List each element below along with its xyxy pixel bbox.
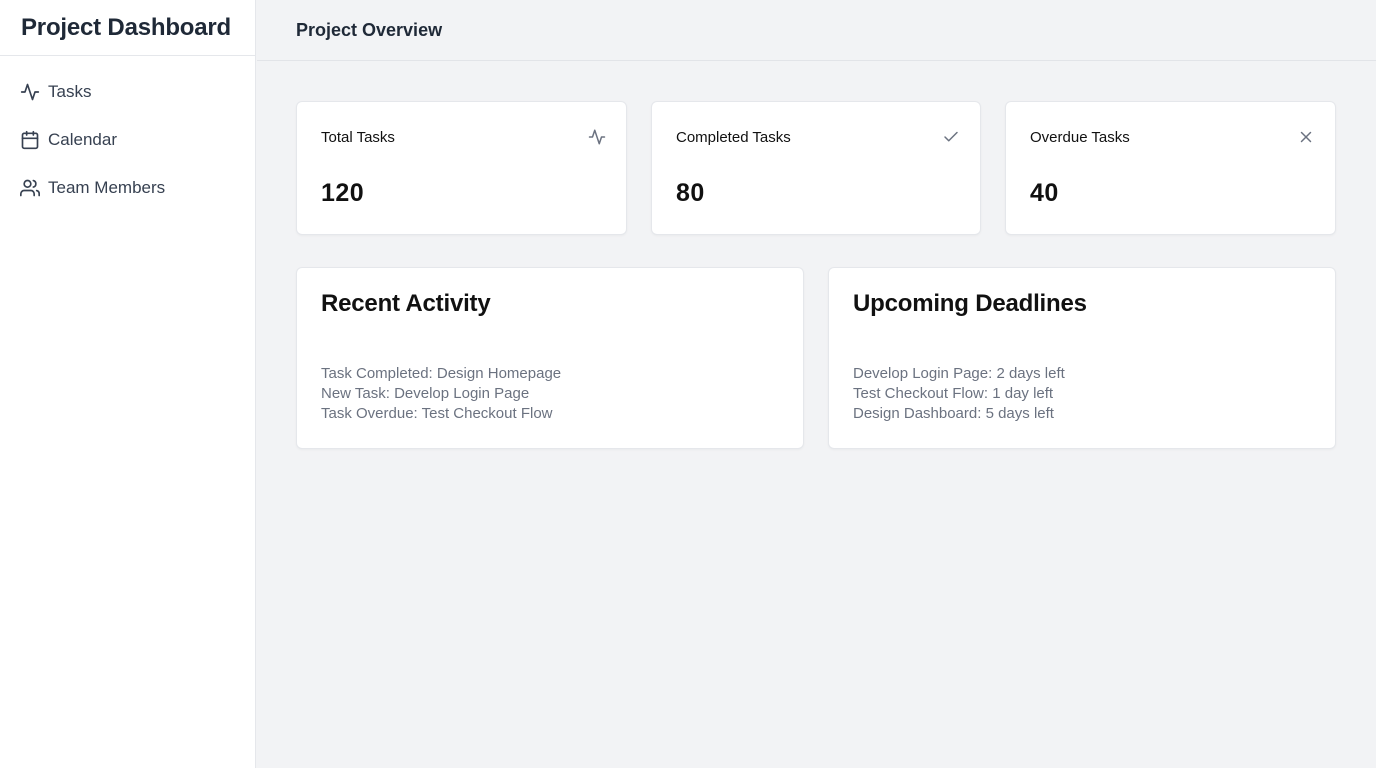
stat-label: Completed Tasks (676, 128, 791, 146)
x-icon (1297, 128, 1315, 146)
sidebar-item-calendar[interactable]: Calendar (0, 116, 255, 164)
panel-title: Recent Activity (321, 290, 491, 317)
sidebar-item-tasks[interactable]: Tasks (0, 68, 255, 116)
calendar-icon (20, 130, 40, 150)
stat-value: 40 (1030, 179, 1059, 207)
page-title: Project Overview (296, 19, 443, 40)
sidebar: Project Dashboard Tasks Calendar Team Me… (0, 0, 256, 768)
list-item: New Task: Develop Login Page (321, 385, 530, 402)
stat-value: 120 (321, 179, 365, 207)
panel-title: Upcoming Deadlines (853, 290, 1087, 317)
check-icon (942, 128, 960, 146)
list-item: Task Overdue: Test Checkout Flow (321, 405, 553, 422)
activity-list: Task Completed: Design Homepage New Task… (321, 364, 561, 424)
deadlines-list: Develop Login Page: 2 days left Test Che… (853, 364, 1065, 424)
sidebar-nav: Tasks Calendar Team Members (0, 56, 255, 212)
sidebar-item-label: Tasks (48, 82, 92, 101)
stat-card-total-tasks: Total Tasks 120 (296, 101, 627, 235)
activity-icon (588, 128, 606, 146)
header: Project Overview (257, 0, 1376, 61)
sidebar-item-label: Calendar (48, 130, 117, 149)
brand: Project Dashboard (0, 0, 255, 56)
sidebar-item-team-members[interactable]: Team Members (0, 164, 255, 212)
stat-card-completed-tasks: Completed Tasks 80 (651, 101, 981, 235)
stat-value: 80 (676, 179, 705, 207)
activity-icon (20, 82, 40, 102)
list-item: Task Completed: Design Homepage (321, 365, 562, 382)
stat-card-overdue-tasks: Overdue Tasks 40 (1005, 101, 1336, 235)
upcoming-deadlines-panel: Upcoming Deadlines Develop Login Page: 2… (828, 267, 1336, 449)
stat-label: Total Tasks (321, 128, 395, 146)
stat-label: Overdue Tasks (1030, 128, 1130, 146)
sidebar-item-label: Team Members (48, 178, 166, 197)
list-item: Design Dashboard: 5 days left (853, 405, 1054, 422)
list-item: Develop Login Page: 2 days left (853, 365, 1065, 382)
list-item: Test Checkout Flow: 1 day left (853, 385, 1054, 402)
recent-activity-panel: Recent Activity Task Completed: Design H… (296, 267, 804, 449)
app-title: Project Dashboard (21, 13, 231, 41)
users-icon (20, 178, 40, 198)
